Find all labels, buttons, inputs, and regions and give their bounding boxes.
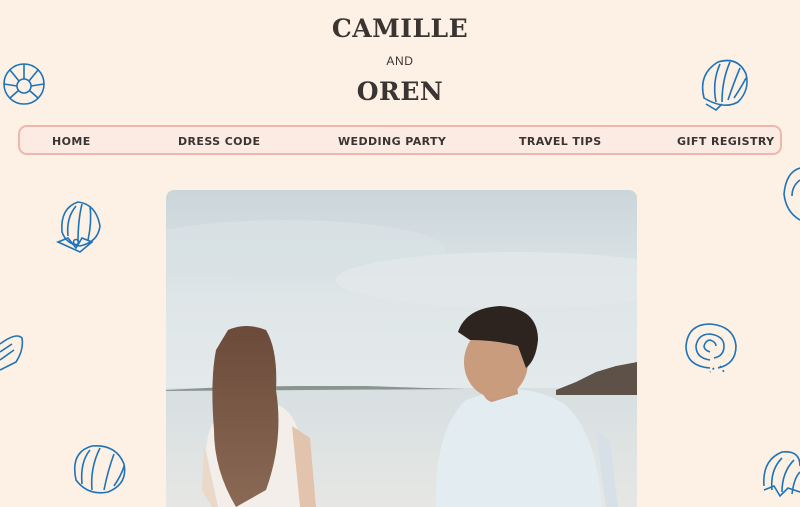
- spiral-shell-icon: [0, 56, 52, 112]
- main-nav: HOME DRESS CODE WEDDING PARTY TRAVEL TIP…: [18, 125, 782, 155]
- hero-photo: [166, 190, 637, 507]
- spiral-shell-icon-right: [680, 318, 742, 374]
- scallop-shell-icon: [694, 54, 752, 114]
- nav-gift-registry[interactable]: GIFT REGISTRY: [677, 127, 775, 157]
- couple-first-name: CAMILLE: [331, 14, 469, 43]
- scallop-shell-icon-left: [54, 198, 106, 258]
- nav-travel-tips[interactable]: TRAVEL TIPS: [519, 127, 602, 157]
- nav-home[interactable]: HOME: [52, 127, 91, 157]
- shell-edge-icon-right: [780, 164, 800, 228]
- nav-wedding-party[interactable]: WEDDING PARTY: [338, 127, 446, 157]
- couple-second-name: OREN: [356, 77, 444, 106]
- conch-shell-icon: [0, 330, 26, 374]
- nav-dress-code[interactable]: DRESS CODE: [178, 127, 260, 157]
- couple-and-word: AND: [386, 54, 414, 68]
- scallop-shell-icon-bottom-right: [760, 446, 800, 507]
- clam-shell-icon: [68, 440, 130, 498]
